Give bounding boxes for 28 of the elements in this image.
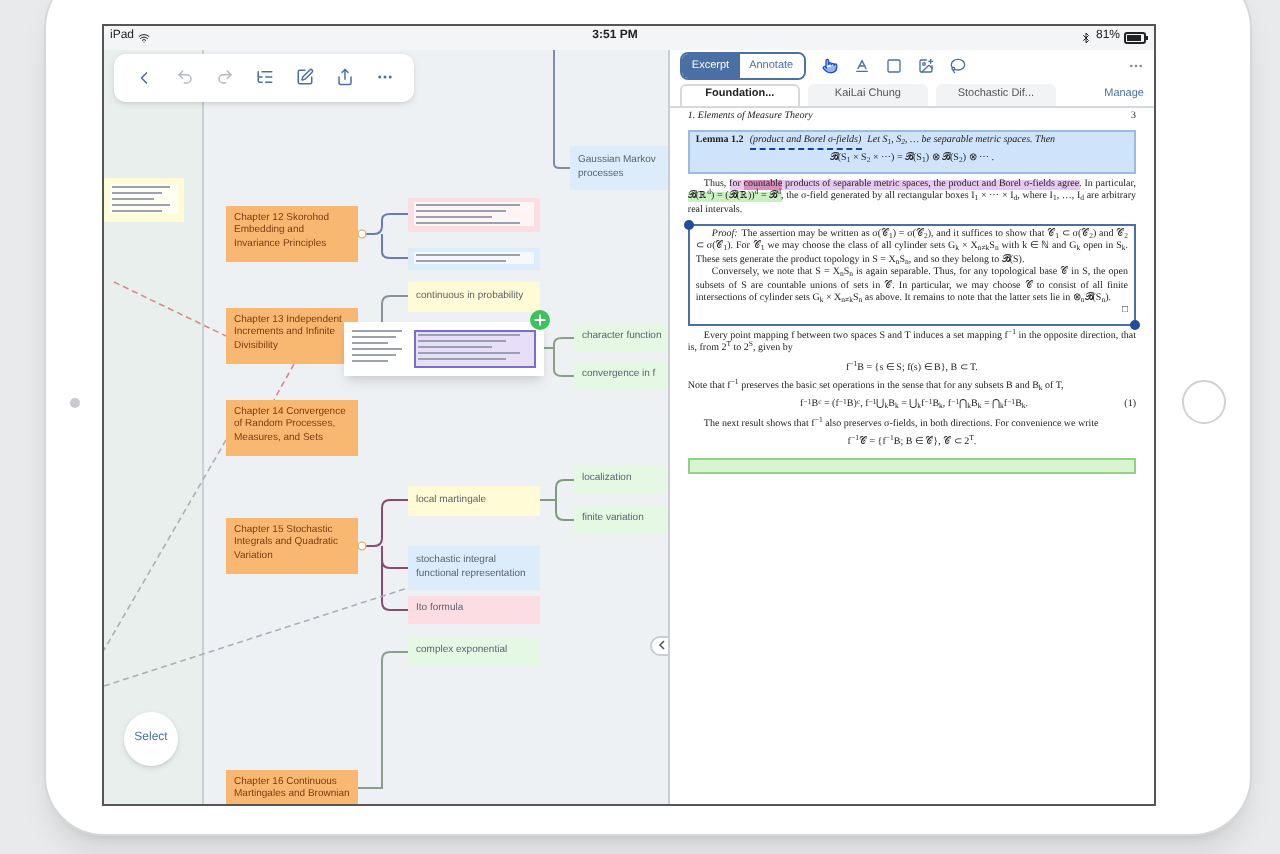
battery-icon	[1124, 31, 1148, 43]
snippet-node[interactable]	[408, 197, 540, 231]
selection-handle[interactable]	[1130, 319, 1140, 330]
image-tool-icon[interactable]	[917, 58, 934, 74]
pointer-tool-icon[interactable]	[821, 58, 838, 74]
snippet-node[interactable]	[408, 247, 540, 269]
selection-handle[interactable]	[683, 219, 694, 230]
connector-line	[553, 49, 571, 168]
wifi-icon	[138, 31, 151, 43]
snippet-node[interactable]	[104, 177, 184, 221]
camera-icon	[69, 397, 79, 407]
lasso-tool-icon[interactable]	[949, 58, 966, 74]
connector-line	[357, 650, 409, 788]
outline-icon[interactable]	[255, 68, 274, 86]
rectangle-tool-icon[interactable]	[885, 58, 902, 74]
node-handle[interactable]	[357, 228, 367, 238]
add-button[interactable]	[530, 309, 550, 329]
plus-icon	[532, 311, 548, 327]
dashed-link-line	[273, 362, 295, 400]
connector-line	[539, 478, 575, 520]
share-icon[interactable]	[336, 68, 355, 86]
excerpt-thumbnail[interactable]	[344, 321, 544, 375]
text-tool-icon[interactable]	[853, 58, 870, 74]
dashed-link-line	[113, 280, 227, 336]
bluetooth-icon	[1079, 31, 1092, 43]
edit-icon[interactable]	[296, 68, 315, 86]
connector-line	[543, 336, 575, 376]
node-handle[interactable]	[357, 540, 367, 550]
